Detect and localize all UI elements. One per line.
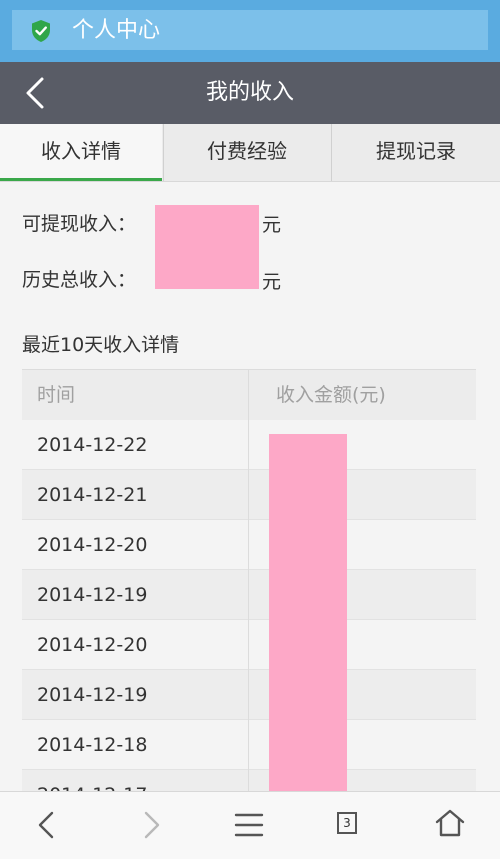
withdrawable-unit: 元 <box>262 214 282 236</box>
tab-withdraw-records[interactable]: 提现记录 <box>331 124 500 181</box>
page-title: 我的收入 <box>205 80 294 105</box>
app-header: 我的收入 <box>0 62 500 124</box>
tab-paid-experience[interactable]: 付费经验 <box>163 124 330 181</box>
table-row: 2014-12-18 <box>22 720 476 770</box>
total-income-label: 历史总收入： <box>22 269 137 291</box>
header-amount: 收入金额(元) <box>276 384 386 406</box>
table-row: 2014-12-21 <box>22 470 476 520</box>
row-date: 2014-12-21 <box>37 484 148 506</box>
tab-income-details[interactable]: 收入详情 <box>0 124 162 181</box>
header-time: 时间 <box>37 384 76 406</box>
table-row: 2014-12-19 <box>22 670 476 720</box>
table-row: 2014-12-19 <box>22 570 476 620</box>
row-date: 2014-12-18 <box>37 734 148 756</box>
row-date: 2014-12-19 <box>37 684 148 706</box>
topbar-title: 个人中心 <box>72 18 161 43</box>
row-date: 2014-12-22 <box>37 434 148 456</box>
tab-count-badge[interactable]: 3 <box>337 812 357 834</box>
tab-bar: 收入详情 付费经验 提现记录 <box>0 124 500 182</box>
table-header: 时间 收入金额(元) <box>22 369 476 421</box>
column-divider <box>248 369 249 799</box>
back-icon[interactable] <box>28 805 68 845</box>
row-date: 2014-12-20 <box>37 634 148 656</box>
table-row: 2014-12-22 <box>22 420 476 470</box>
home-icon[interactable] <box>430 803 470 843</box>
forward-icon[interactable] <box>130 805 170 845</box>
shield-check-icon <box>32 20 50 42</box>
recent-income-title: 最近10天收入详情 <box>22 334 180 356</box>
total-unit: 元 <box>262 271 282 293</box>
table-row: 2014-12-20 <box>22 620 476 670</box>
withdrawable-income-label: 可提现收入： <box>22 213 137 235</box>
menu-icon[interactable] <box>229 805 269 845</box>
table-row: 2014-12-20 <box>22 520 476 570</box>
redacted-income-amounts <box>269 434 347 791</box>
row-date: 2014-12-20 <box>37 534 148 556</box>
row-date: 2014-12-19 <box>37 584 148 606</box>
redacted-amounts <box>155 205 259 289</box>
